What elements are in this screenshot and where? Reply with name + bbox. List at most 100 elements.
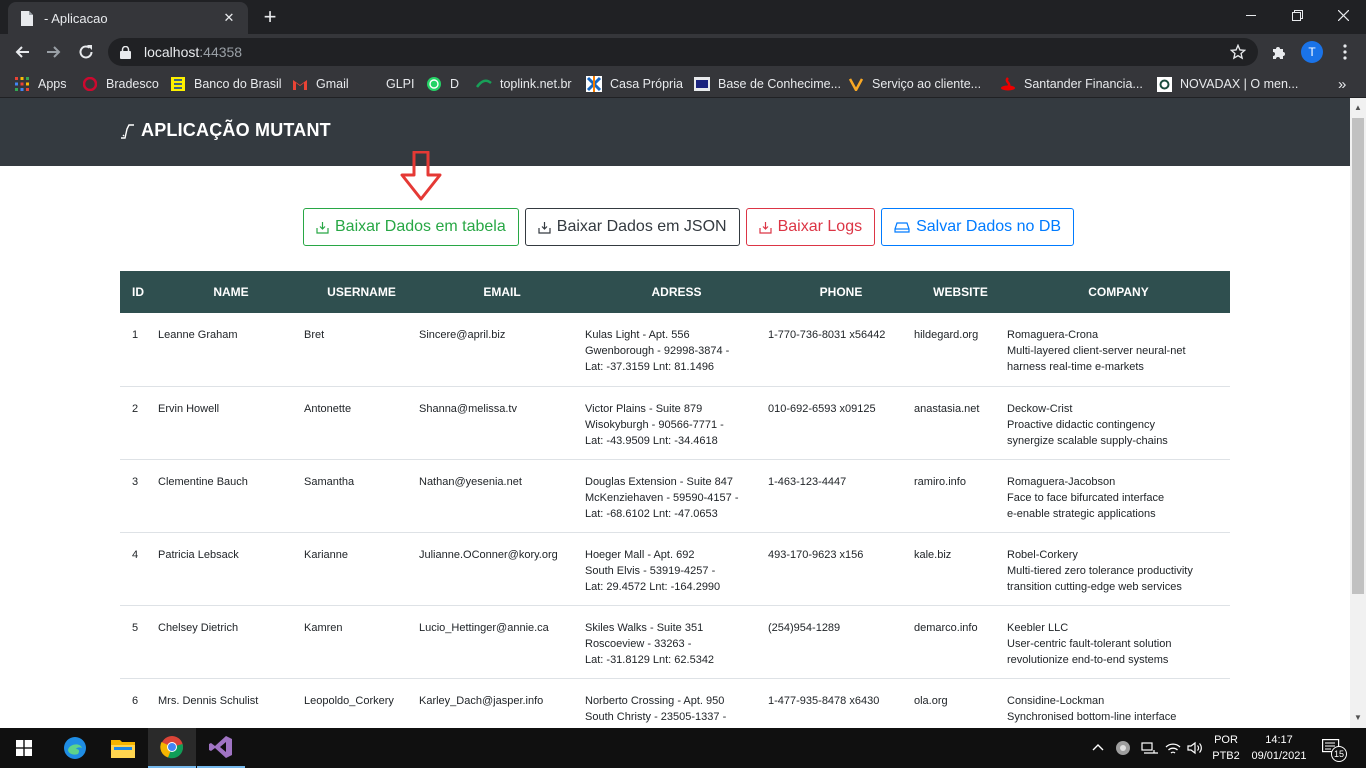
bookmark-glpi[interactable]: GLPI xyxy=(362,75,415,93)
cell-email: Lucio_Hettinger@annie.ca xyxy=(419,605,585,679)
company-catchphrase: Face to face bifurcated interface xyxy=(1007,491,1165,504)
download-logs-button[interactable]: Baixar Logs xyxy=(745,208,876,246)
new-tab-button[interactable]: + xyxy=(258,6,282,28)
column-header: COMPANY xyxy=(1088,285,1149,299)
company-name: Keebler LLC xyxy=(1007,621,1069,634)
clock[interactable]: 14:17 09/01/2021 xyxy=(1246,732,1312,764)
browser-tab[interactable]: - Aplicacao ✕ xyxy=(8,2,248,34)
table-row: 2 Ervin Howell Antonette Shanna@melissa.… xyxy=(120,386,1230,460)
show-hidden-icons-chevron-icon[interactable] xyxy=(1090,740,1106,756)
network-icon[interactable] xyxy=(1140,739,1158,757)
lock-icon[interactable] xyxy=(120,45,134,59)
tab-title: - Aplicacao xyxy=(44,10,108,26)
address-line: Skiles Walks - Suite 351 xyxy=(585,621,704,634)
cell-username: Antonette xyxy=(304,386,419,460)
file-explorer-icon[interactable] xyxy=(99,728,147,768)
extensions-puzzle-icon[interactable] xyxy=(1267,40,1291,64)
restore-button[interactable] xyxy=(1274,0,1320,30)
cell-email: Sincere@april.biz xyxy=(419,313,585,387)
scroll-up-arrow-icon[interactable]: ▲ xyxy=(1354,104,1362,112)
action-center-icon[interactable]: 15 xyxy=(1320,738,1348,762)
column-header: NAME xyxy=(213,285,249,299)
bookmark-servico-cliente[interactable]: Serviço ao cliente... xyxy=(848,75,981,93)
bookmark-label: Casa Própria xyxy=(610,77,683,91)
scroll-down-arrow-icon[interactable]: ▼ xyxy=(1354,714,1362,722)
bookmark-star-icon[interactable] xyxy=(1229,43,1247,60)
bookmark-whatsapp[interactable]: D xyxy=(426,75,459,93)
download-table-button[interactable]: Baixar Dados em tabela xyxy=(303,208,519,246)
address-line: Norberto Crossing - Apt. 950 xyxy=(585,694,725,707)
bookmark-santander[interactable]: Santander Financia... xyxy=(1000,75,1143,93)
cell-company: Romaguera-Crona Multi-layered client-serv… xyxy=(1007,313,1230,387)
bookmark-novadax[interactable]: NOVADAX | O men... xyxy=(1156,75,1298,93)
cell-phone: 1-477-935-8478 x6430 xyxy=(768,678,914,728)
profile-avatar[interactable]: T xyxy=(1301,41,1323,63)
download-icon xyxy=(316,221,329,234)
cell-id: 5 xyxy=(120,605,158,679)
company-bs: synergize scalable supply-chains xyxy=(1007,434,1168,447)
close-window-button[interactable] xyxy=(1320,0,1366,30)
tab-close-icon[interactable]: ✕ xyxy=(220,9,238,27)
back-button[interactable] xyxy=(8,38,36,66)
forward-button[interactable] xyxy=(40,38,68,66)
table-row: 1 Leanne Graham Bret Sincere@april.biz K… xyxy=(120,313,1230,387)
cell-address: Kulas Light - Apt. 556 Gwenborough - 9299… xyxy=(585,313,768,387)
table-row: 3 Clementine Bauch Samantha Nathan@yesen… xyxy=(120,459,1230,533)
reload-button[interactable] xyxy=(72,38,100,66)
bookmark-label: Banco do Brasil xyxy=(194,77,282,91)
visual-studio-icon[interactable] xyxy=(197,728,245,768)
minimize-button[interactable] xyxy=(1228,0,1274,30)
language-code: POR xyxy=(1214,734,1238,746)
address-bar[interactable]: localhost:44358 xyxy=(108,38,1258,66)
whatsapp-icon xyxy=(426,76,442,92)
scrollbar-thumb[interactable] xyxy=(1352,118,1364,594)
cell-address: Douglas Extension - Suite 847 McKenziehav… xyxy=(585,459,768,533)
novadax-icon xyxy=(1156,76,1172,92)
bookmark-toplink[interactable]: toplink.net.br xyxy=(476,75,572,93)
bookmark-bradesco[interactable]: Bradesco xyxy=(82,75,159,93)
address-geo: Lat: -43.9509 Lnt: -34.4618 xyxy=(585,434,718,447)
button-label: Baixar Dados em tabela xyxy=(335,218,506,235)
cell-company: Deckow-Crist Proactive didactic contingen… xyxy=(1007,386,1230,460)
cell-email: Julianne.OConner@kory.org xyxy=(419,532,585,606)
download-json-button[interactable]: Baixar Dados em JSON xyxy=(524,208,740,246)
bookmark-label: Serviço ao cliente... xyxy=(872,77,982,91)
bookmark-label: Santander Financia... xyxy=(1024,77,1143,91)
glpi-icon xyxy=(362,76,378,92)
tray-app-icon[interactable] xyxy=(1114,739,1132,757)
bookmark-gmail[interactable]: Gmail xyxy=(292,75,349,93)
table-header-row: ID NAME USERNAME EMAIL ADRESS PHONE WEBS… xyxy=(120,271,1230,313)
start-windows-icon[interactable] xyxy=(0,728,48,768)
app-navbar: APLICAÇÃO MUTANT xyxy=(0,98,1350,166)
hard-drive-icon xyxy=(894,222,910,233)
bookmark-casa-propria[interactable]: Casa Própria xyxy=(586,75,683,93)
bookmark-banco-do-brasil[interactable]: Banco do Brasil xyxy=(170,75,282,93)
input-language-indicator[interactable]: POR PTB2 xyxy=(1210,732,1242,764)
bookmark-label: toplink.net.br xyxy=(500,77,572,91)
volume-icon[interactable] xyxy=(1186,739,1204,757)
red-down-arrow-icon xyxy=(400,151,442,201)
apps-grid-icon xyxy=(14,76,30,92)
cell-id: 1 xyxy=(120,313,158,387)
page-favicon-icon xyxy=(18,10,34,26)
column-header: EMAIL xyxy=(483,285,521,299)
url-port: :44358 xyxy=(199,44,243,60)
company-name: Romaguera-Crona xyxy=(1007,329,1099,341)
company-catchphrase: Multi-layered client-server neural-net xyxy=(1007,345,1186,357)
brand-title: APLICAÇÃO MUTANT xyxy=(141,120,331,140)
bookmark-apps[interactable]: Apps xyxy=(14,75,67,93)
page-scrollbar[interactable]: ▲ ▼ xyxy=(1350,98,1366,728)
wifi-icon[interactable] xyxy=(1164,739,1182,757)
bookmarks-overflow-icon[interactable]: » xyxy=(1338,75,1346,93)
address-line: South Christy - 23505-1337 - xyxy=(585,710,727,723)
edge-browser-icon[interactable] xyxy=(51,728,99,768)
banco-do-brasil-icon xyxy=(170,76,186,92)
cell-company: Keebler LLC User-centric fault-tolerant s… xyxy=(1007,605,1230,679)
bookmark-base-conhecimento[interactable]: Base de Conhecime... xyxy=(694,75,841,93)
save-db-button[interactable]: Salvar Dados no DB xyxy=(881,208,1075,246)
chrome-browser-icon[interactable] xyxy=(148,728,196,768)
bookmark-label: Gmail xyxy=(316,77,349,91)
app-brand[interactable]: APLICAÇÃO MUTANT xyxy=(120,120,331,141)
browser-menu-icon[interactable] xyxy=(1333,40,1357,64)
cell-website: anastasia.net xyxy=(914,386,1007,460)
